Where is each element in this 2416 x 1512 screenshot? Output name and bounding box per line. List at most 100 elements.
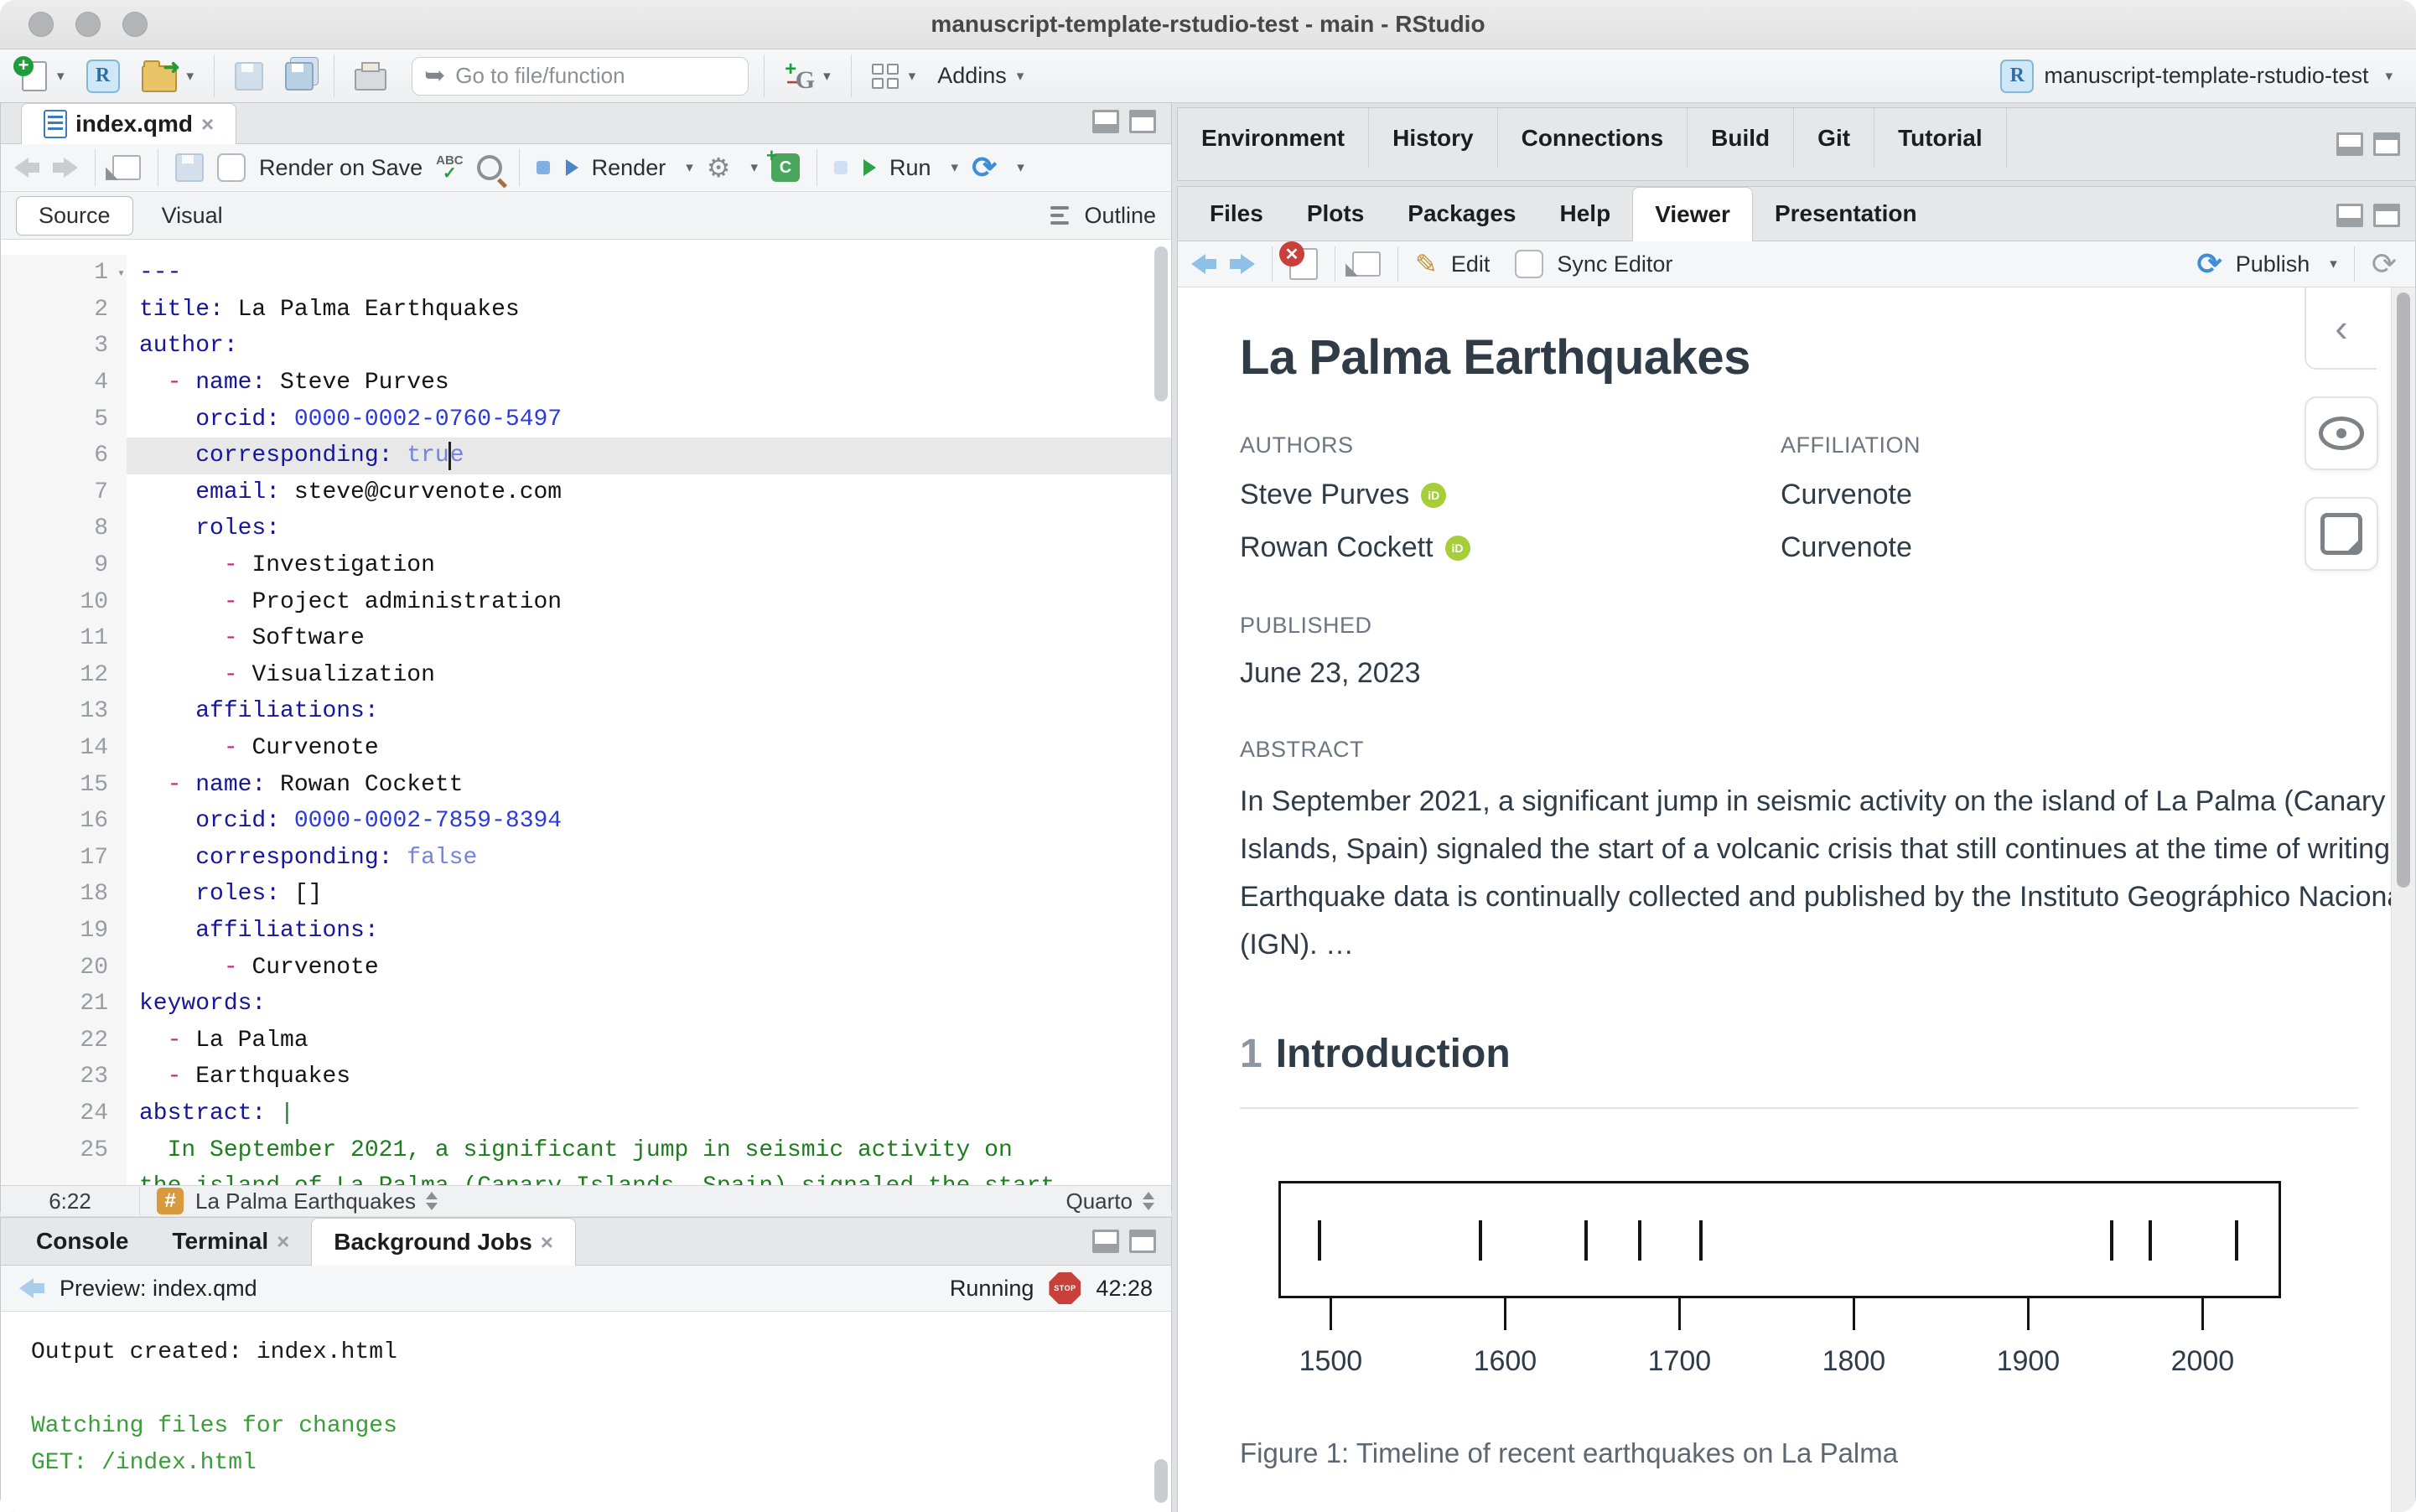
save-document-icon[interactable] — [175, 153, 204, 182]
tab-plots[interactable]: Plots — [1285, 187, 1386, 241]
close-tab-icon[interactable]: × — [277, 1229, 289, 1255]
tab-console[interactable]: Console — [14, 1218, 150, 1265]
tab-viewer[interactable]: Viewer — [1632, 187, 1753, 241]
code-line[interactable]: 9 - Investigation — [1, 546, 1171, 584]
maximize-pane-icon[interactable] — [2373, 204, 2400, 227]
fold-arrow-icon[interactable]: ▾ — [117, 265, 125, 281]
code-line[interactable]: 2 title: La Palma Earthquakes — [1, 291, 1171, 329]
save-button[interactable] — [230, 59, 268, 94]
print-button[interactable] — [350, 59, 391, 94]
viewer-scrollbar-track[interactable] — [2391, 287, 2415, 1512]
run-button[interactable]: Run — [889, 155, 931, 181]
viewer-refresh-icon[interactable]: ⟳ — [2372, 249, 2397, 279]
code-line[interactable]: 17 corresponding: false — [1, 839, 1171, 877]
minimize-pane-icon[interactable] — [1092, 1230, 1119, 1253]
source-refresh-icon[interactable]: ⟳ — [972, 153, 997, 183]
code-line[interactable]: 15 - name: Rowan Cockett — [1, 766, 1171, 803]
source-mode-button[interactable]: Source — [16, 195, 133, 236]
tab-help[interactable]: Help — [1538, 187, 1633, 241]
tab-index-qmd[interactable]: index.qmd × — [21, 103, 237, 144]
back-to-jobs-icon[interactable] — [19, 1278, 44, 1298]
code-line[interactable]: 5 orcid: 0000-0002-0760-5497 — [1, 401, 1171, 438]
code-line[interactable]: 10 - Project administration — [1, 583, 1171, 620]
orcid-icon[interactable]: iD — [1444, 535, 1470, 561]
job-output[interactable]: Output created: index.html Watching files… — [1, 1312, 1171, 1512]
goto-file-input[interactable]: ➦ Go to file/function — [412, 56, 749, 96]
version-control-button[interactable]: + − G ▾ — [780, 58, 836, 95]
code-line[interactable]: the island of La Palma (Canary Islands, … — [1, 1168, 1171, 1185]
tab-history[interactable]: History — [1369, 108, 1498, 168]
find-replace-icon[interactable] — [476, 155, 502, 180]
code-line[interactable]: 14 - Curvenote — [1, 729, 1171, 767]
visibility-button[interactable] — [2305, 396, 2378, 470]
new-project-button[interactable]: R — [81, 56, 125, 96]
tab-presentation[interactable]: Presentation — [1753, 187, 1939, 241]
save-all-button[interactable] — [280, 59, 319, 94]
console-scrollbar[interactable] — [1154, 1459, 1168, 1503]
minimize-pane-icon[interactable] — [2336, 132, 2363, 156]
code-line[interactable]: 20 - Curvenote — [1, 949, 1171, 986]
tab-packages[interactable]: Packages — [1386, 187, 1537, 241]
tab-build[interactable]: Build — [1688, 108, 1795, 168]
tab-background-jobs[interactable]: Background Jobs × — [311, 1218, 576, 1266]
code-line[interactable]: 22 - La Palma — [1, 1022, 1171, 1059]
minimize-pane-icon[interactable] — [1092, 110, 1119, 133]
language-mode[interactable]: Quarto — [1066, 1188, 1133, 1214]
render-options-gear-icon[interactable]: ⚙ — [707, 154, 731, 181]
viewer-back-icon[interactable] — [1191, 254, 1216, 274]
code-line[interactable]: 12 - Visualization — [1, 656, 1171, 694]
code-editor[interactable]: 1 ▾ --- 2 title: La Palma Earthquakes 3 author… — [1, 240, 1171, 1185]
tab-connections[interactable]: Connections — [1498, 108, 1688, 168]
project-menu-button[interactable]: R manuscript-template-rstudio-test ▾ — [2000, 59, 2399, 93]
viewer-open-in-window-icon[interactable] — [1352, 251, 1381, 277]
code-line[interactable]: 18 roles: [] — [1, 876, 1171, 913]
insert-chunk-icon[interactable]: C — [766, 145, 800, 182]
tab-environment[interactable]: Environment — [1178, 108, 1370, 168]
maximize-pane-icon[interactable] — [1129, 110, 1156, 133]
section-indicator[interactable]: La Palma Earthquakes — [195, 1188, 416, 1214]
addins-button[interactable]: Addins ▾ — [932, 60, 1029, 92]
outline-button[interactable]: Outline — [1084, 203, 1156, 229]
code-line[interactable]: 24 abstract: | — [1, 1095, 1171, 1132]
close-tab-icon[interactable]: × — [201, 111, 214, 137]
pane-layout-button[interactable]: ▾ — [867, 60, 921, 92]
viewer-forward-icon[interactable] — [1230, 254, 1255, 274]
new-file-button[interactable]: + ▾ — [13, 55, 70, 95]
visual-mode-button[interactable]: Visual — [140, 197, 245, 235]
code-line[interactable]: 1 ▾ --- — [1, 255, 1171, 292]
edit-button[interactable]: Edit — [1451, 251, 1491, 277]
clear-viewer-icon[interactable]: ✕ — [1279, 241, 1318, 280]
code-line[interactable]: 4 - name: Steve Purves — [1, 364, 1171, 401]
code-line[interactable]: 7 email: steve@curvenote.com — [1, 474, 1171, 511]
code-line[interactable]: 13 affiliations: — [1, 693, 1171, 730]
publish-button[interactable]: Publish — [2236, 251, 2310, 277]
maximize-pane-icon[interactable] — [2373, 132, 2400, 156]
sync-editor-checkbox[interactable] — [1515, 250, 1544, 278]
cursor-position[interactable]: 6:22 — [1, 1186, 140, 1216]
render-on-save-checkbox[interactable] — [217, 153, 246, 182]
stop-job-icon[interactable]: STOP — [1049, 1272, 1081, 1304]
tab-tutorial[interactable]: Tutorial — [1874, 108, 2007, 168]
back-icon[interactable] — [14, 158, 39, 178]
spellcheck-icon[interactable]: ABC ✓ — [436, 154, 464, 182]
annotation-button[interactable] — [2305, 497, 2378, 571]
render-button[interactable]: Render — [592, 155, 666, 181]
tab-git[interactable]: Git — [1794, 108, 1875, 168]
code-line[interactable]: 6 corresponding: tru e — [1, 437, 1171, 474]
editor-scrollbar[interactable] — [1154, 246, 1168, 401]
code-line[interactable]: 21 keywords: — [1, 985, 1171, 1023]
code-line[interactable]: 11 - Software — [1, 619, 1171, 657]
code-line[interactable]: 19 affiliations: — [1, 912, 1171, 950]
code-line[interactable]: 16 orcid: 0000-0002-7859-8394 — [1, 802, 1171, 840]
viewer-scrollbar-thumb[interactable] — [2397, 293, 2410, 888]
tab-files[interactable]: Files — [1188, 187, 1285, 241]
code-line[interactable]: 23 - Earthquakes — [1, 1059, 1171, 1095]
close-tab-icon[interactable]: × — [541, 1230, 553, 1256]
tab-terminal[interactable]: Terminal × — [150, 1218, 311, 1265]
maximize-pane-icon[interactable] — [1129, 1230, 1156, 1253]
minimize-pane-icon[interactable] — [2336, 204, 2363, 227]
open-in-new-window-icon[interactable] — [112, 155, 141, 180]
forward-icon[interactable] — [53, 158, 78, 178]
code-line[interactable]: 3 author: — [1, 328, 1171, 365]
collapse-panel-button[interactable]: ‹ — [2305, 287, 2377, 370]
